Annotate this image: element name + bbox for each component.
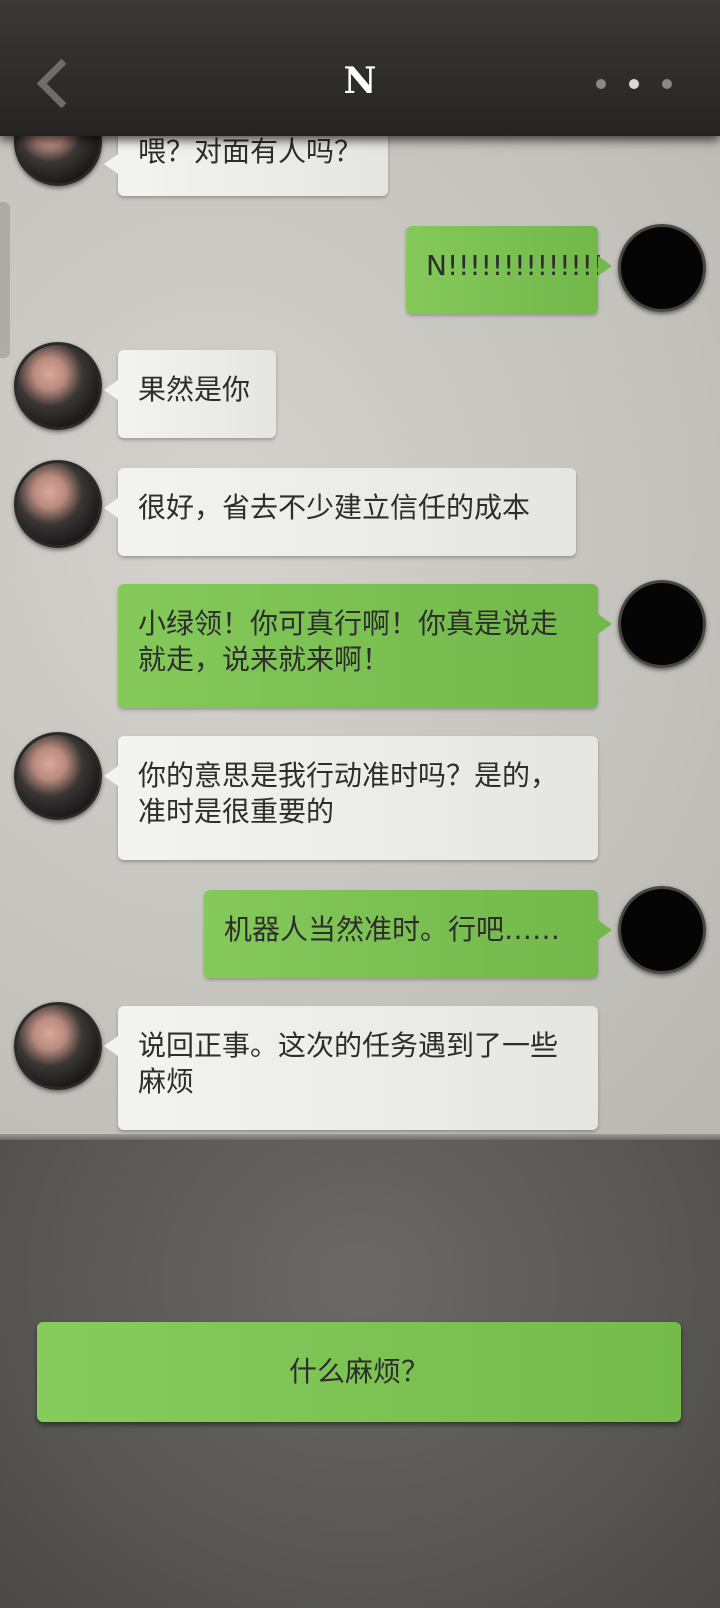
more-options-button[interactable] <box>596 72 672 96</box>
message-bubble-received: 说回正事。这次的任务遇到了一些麻烦 <box>104 1006 598 1130</box>
more-dots-icon <box>596 79 606 89</box>
message-text: N!!!!!!!!!!!!!! <box>426 249 605 282</box>
contact-avatar[interactable] <box>14 1002 102 1090</box>
message-text: 机器人当然准时。行吧…… <box>224 913 561 946</box>
contact-avatar[interactable] <box>14 460 102 548</box>
contact-avatar[interactable] <box>14 732 102 820</box>
message-bubble-received: 很好，省去不少建立信任的成本 <box>104 468 576 556</box>
message-bubble-sent: N!!!!!!!!!!!!!! <box>406 226 612 314</box>
message-text: 说回正事。这次的任务遇到了一些麻烦 <box>138 1029 559 1098</box>
message-text: 很好，省去不少建立信任的成本 <box>138 491 531 524</box>
message-text: 小绿领！你可真行啊！你真是说走就走，说来就来啊！ <box>138 607 559 676</box>
user-avatar[interactable] <box>618 224 706 312</box>
contact-avatar[interactable] <box>14 128 102 186</box>
chat-area[interactable]: 喂？对面有人吗？ N!!!!!!!!!!!!!! 果然是你 很好，省去不少建立信… <box>0 128 720 1140</box>
message-text: 喂？对面有人吗？ <box>138 135 363 168</box>
top-bar: N <box>0 0 720 136</box>
message-bubble-received: 喂？对面有人吗？ <box>104 128 388 196</box>
message-text: 你的意思是我行动准时吗？是的，准时是很重要的 <box>138 759 559 828</box>
message-bubble-sent: 小绿领！你可真行啊！你真是说走就走，说来就来啊！ <box>118 584 612 708</box>
reply-option-button[interactable]: 什么麻烦？ <box>37 1322 681 1422</box>
user-avatar[interactable] <box>618 886 706 974</box>
contact-avatar[interactable] <box>14 342 102 430</box>
user-avatar[interactable] <box>618 580 706 668</box>
scroll-indicator[interactable] <box>0 202 10 358</box>
message-text: 果然是你 <box>138 373 251 406</box>
message-bubble-sent: 机器人当然准时。行吧…… <box>204 890 612 978</box>
message-bubble-received: 你的意思是我行动准时吗？是的，准时是很重要的 <box>104 736 598 860</box>
message-bubble-received: 果然是你 <box>104 350 276 438</box>
